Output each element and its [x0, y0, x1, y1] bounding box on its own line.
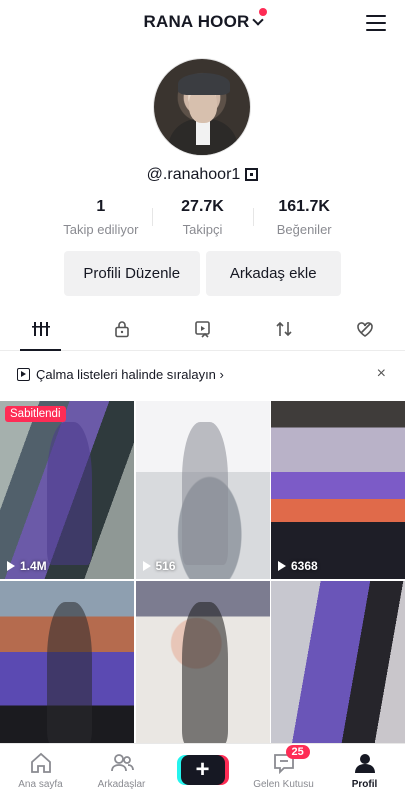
stat-likes-count: 161.7K — [278, 198, 330, 215]
repost-arrows-icon — [275, 321, 292, 337]
inbox-badge: 25 — [285, 745, 310, 759]
account-switcher[interactable]: RANA HOOR — [0, 12, 405, 32]
hamburger-icon[interactable] — [366, 15, 386, 31]
profile-stats: 1 Takip ediliyor 27.7K Takipçi 161.7K Be… — [50, 198, 355, 238]
video-thumbnail[interactable] — [0, 581, 134, 743]
bottom-navigation: Ana sayfa Arkadaşlar + 25 Gelen Kutusu P… — [0, 743, 405, 800]
video-thumbnail[interactable] — [271, 581, 405, 743]
private-lock-icon — [114, 321, 129, 338]
friends-icon — [110, 754, 134, 772]
liked-icon — [356, 322, 373, 337]
nav-create[interactable]: + — [162, 744, 243, 800]
notification-dot — [259, 8, 267, 16]
stat-followers-label: Takipçi — [182, 222, 223, 237]
playlist-banner[interactable]: Çalma listeleri halinde sıralayın › × — [0, 362, 405, 390]
handle-text: @.ranahoor1 — [146, 166, 241, 183]
create-plus-icon: + — [180, 755, 225, 785]
profile-handle: @.ranahoor1 — [0, 166, 405, 184]
chevron-down-icon — [251, 14, 264, 26]
nav-profile[interactable]: Profil — [324, 744, 405, 800]
content-tabs — [0, 315, 405, 351]
add-friend-button[interactable]: Arkadaş ekle — [205, 251, 341, 296]
videos-grid-icon — [31, 322, 50, 336]
video-grid: Sabitlendi 1.4M 516 6368 — [0, 401, 405, 743]
nav-friends[interactable]: Arkadaşlar — [81, 744, 162, 800]
username-label: RANA HOOR — [143, 12, 250, 31]
stat-likes[interactable]: 161.7K Beğeniler — [253, 198, 355, 238]
stat-followers[interactable]: 27.7K Takipçi — [151, 198, 254, 238]
stat-following[interactable]: 1 Takip ediliyor — [50, 198, 152, 238]
playlist-icon — [17, 368, 30, 381]
stat-followers-count: 27.7K — [181, 198, 224, 215]
video-thumbnail[interactable]: 516 — [135, 401, 270, 579]
reposts-icon — [194, 321, 210, 338]
tab-repost-arrows[interactable] — [243, 315, 324, 350]
edit-profile-button[interactable]: Profili Düzenle — [64, 251, 200, 296]
view-count: 6368 — [278, 559, 318, 573]
tab-liked[interactable] — [324, 315, 405, 350]
nav-home[interactable]: Ana sayfa — [0, 744, 81, 800]
tab-private[interactable] — [81, 315, 162, 350]
tab-reposts[interactable] — [162, 315, 243, 350]
tab-videos[interactable] — [0, 315, 81, 351]
profile-actions: Profili Düzenle Arkadaş ekle — [64, 251, 341, 296]
pinned-badge: Sabitlendi — [5, 406, 66, 422]
nav-home-label: Ana sayfa — [18, 779, 63, 790]
avatar[interactable] — [153, 58, 251, 156]
video-thumbnail[interactable]: Sabitlendi 1.4M — [0, 401, 134, 579]
playlist-banner-text: Çalma listeleri halinde sıralayın › — [36, 367, 224, 382]
stat-likes-label: Beğeniler — [276, 222, 332, 237]
video-thumbnail[interactable]: 6368 — [271, 401, 405, 579]
nav-inbox[interactable]: 25 Gelen Kutusu — [243, 744, 324, 800]
qr-code-icon[interactable] — [245, 168, 259, 181]
nav-inbox-label: Gelen Kutusu — [253, 779, 314, 790]
stat-following-count: 1 — [96, 198, 106, 215]
view-count: 1.4M — [7, 559, 47, 573]
video-thumbnail[interactable] — [135, 581, 270, 743]
nav-friends-label: Arkadaşlar — [97, 779, 146, 790]
home-icon — [30, 752, 51, 773]
top-bar: RANA HOOR — [0, 0, 405, 44]
nav-profile-label: Profil — [351, 779, 378, 790]
profile-icon — [354, 754, 375, 773]
stat-following-label: Takip ediliyor — [63, 222, 139, 237]
close-icon[interactable]: × — [377, 365, 386, 383]
view-count: 516 — [143, 559, 176, 573]
